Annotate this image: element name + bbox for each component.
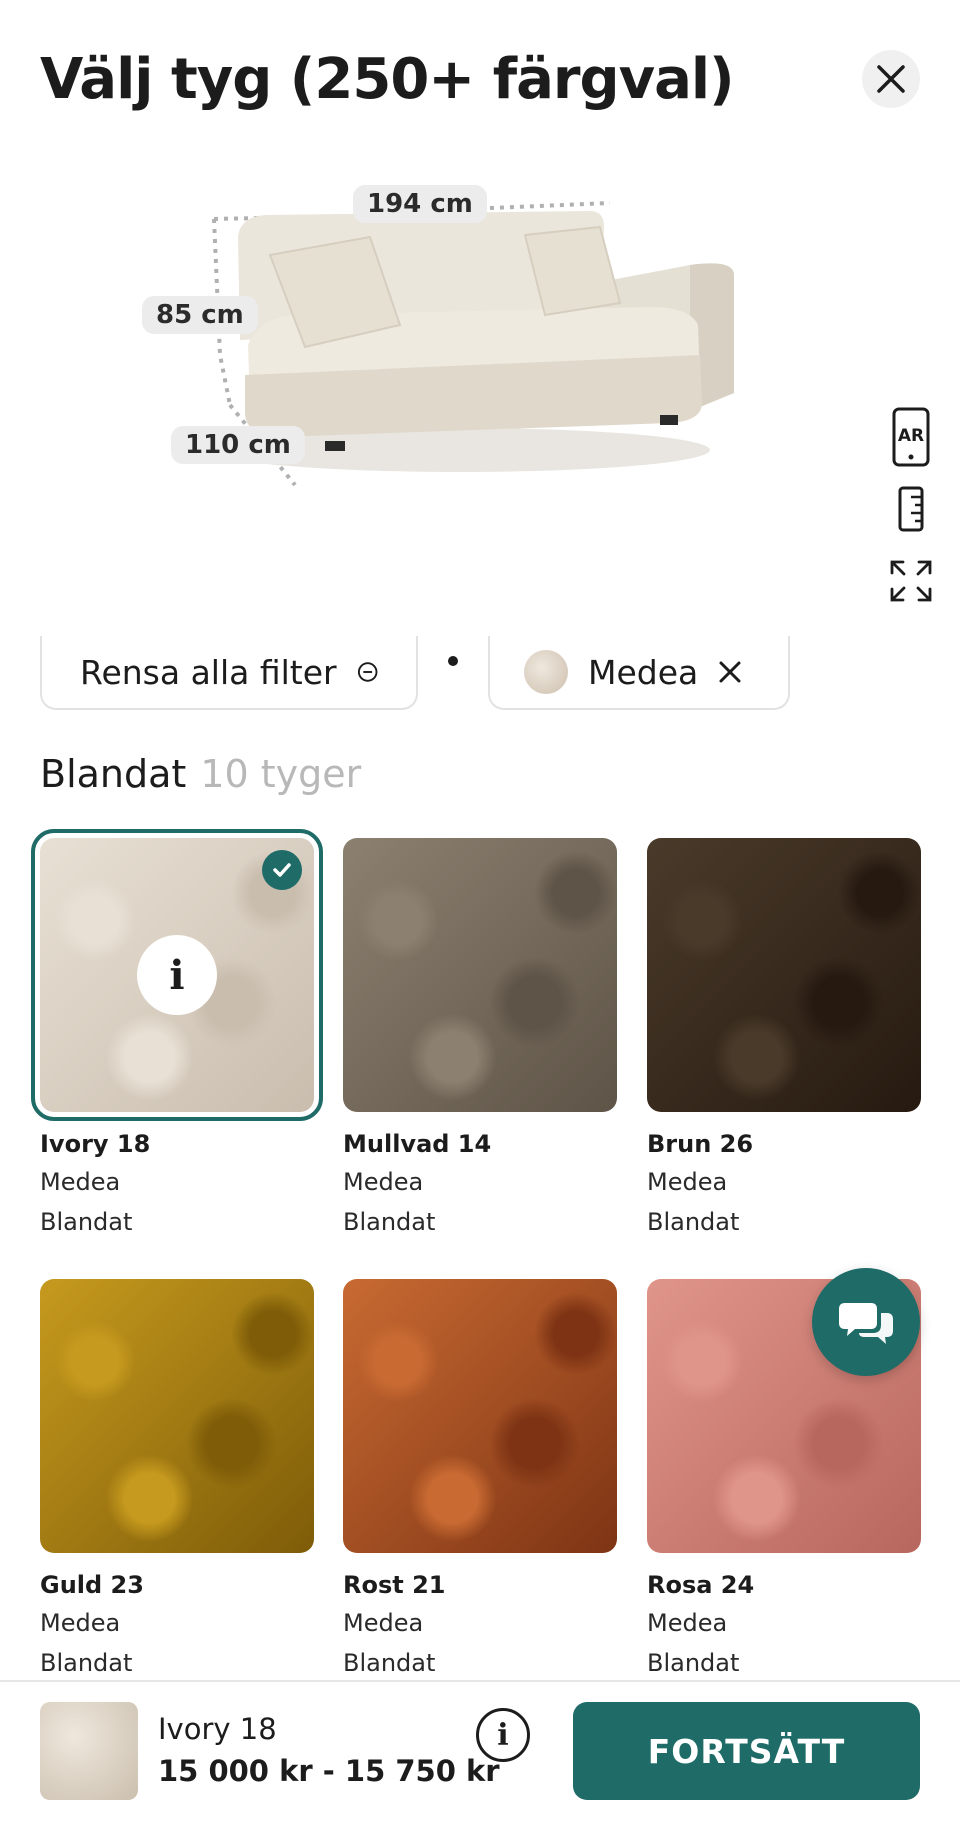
fabric-category: Blandat [647,1208,740,1236]
filter-chip-medea[interactable]: Medea [488,636,790,710]
ar-icon: AR [892,407,930,467]
fabric-card[interactable]: Rost 21 Medea Blandat [343,1279,617,1683]
section-count: 10 tyger [200,752,362,796]
fabric-collection: Medea [647,1609,728,1637]
filter-separator [448,656,458,666]
continue-button[interactable]: FORTSÄTT [573,1702,920,1800]
info-icon: i [497,1717,509,1753]
clear-filters-button[interactable]: Rensa alla filter [40,636,418,710]
remove-filter-icon[interactable] [718,660,742,684]
dimension-depth: 110 cm [171,426,305,464]
info-icon: i [169,951,185,999]
fabric-card[interactable]: Guld 23 Medea Blandat [40,1279,314,1683]
fabric-info-button[interactable]: i [137,935,217,1015]
ar-button[interactable]: AR [886,407,936,467]
product-preview: 194 cm 85 cm 110 cm [130,175,770,505]
bottom-bar: Ivory 18 15 000 kr - 15 750 kr i FORTSÄT… [0,1680,960,1839]
fabric-texture [647,838,921,1112]
fabric-category: Blandat [343,1208,436,1236]
price-range: 15 000 kr - 15 750 kr [158,1754,500,1788]
close-button[interactable] [862,50,920,108]
fabric-name: Mullvad 14 [343,1130,492,1158]
clear-filters-label: Rensa alla filter [80,652,337,692]
dimension-height: 85 cm [142,296,258,334]
fabric-swatch-dot [524,650,568,694]
fabric-collection: Medea [647,1168,728,1196]
filter-chip-label: Medea [588,652,699,692]
fabric-name: Rosa 24 [647,1571,755,1599]
fabric-card[interactable]: Mullvad 14 Medea Blandat [343,838,617,1242]
fabric-collection: Medea [40,1609,121,1637]
fabric-category: Blandat [343,1649,436,1677]
selected-check-icon [262,850,302,890]
chat-icon [839,1303,893,1344]
fullscreen-button[interactable] [886,556,936,606]
minus-circle-icon [357,662,378,682]
fabric-collection: Medea [343,1609,424,1637]
dimension-width: 194 cm [353,185,487,223]
section-heading: Blandat 10 tyger [40,752,361,796]
section-title: Blandat [40,752,187,796]
selected-fabric-name: Ivory 18 [158,1712,277,1746]
fabric-swatch[interactable] [647,838,921,1112]
fabric-card[interactable]: Brun 26 Medea Blandat [647,838,921,1242]
preview-tools: AR [886,407,936,628]
fabric-name: Ivory 18 [40,1130,151,1158]
fabric-name: Brun 26 [647,1130,754,1158]
svg-text:AR: AR [898,426,924,446]
expand-icon [890,560,932,602]
fabric-card[interactable]: i Ivory 18 Medea Blandat [31,829,323,1242]
fabric-category: Blandat [40,1649,133,1677]
fabric-texture [40,1279,314,1553]
fabric-texture [343,838,617,1112]
fabric-collection: Medea [40,1168,121,1196]
fabric-category: Blandat [40,1208,133,1236]
fabric-texture [343,1279,617,1553]
fabric-swatch[interactable] [40,1279,314,1553]
selected-fabric-thumbnail [40,1702,138,1800]
fabric-swatch[interactable]: i [31,829,323,1121]
fabric-collection: Medea [343,1168,424,1196]
measure-button[interactable] [886,484,936,534]
close-icon [877,65,905,93]
fabric-swatch[interactable] [343,1279,617,1553]
chat-button[interactable] [812,1268,920,1376]
ruler-icon [898,486,924,532]
price-info-button[interactable]: i [476,1708,530,1762]
fabric-name: Rost 21 [343,1571,446,1599]
fabric-swatch[interactable] [343,838,617,1112]
page-title: Välj tyg (250+ färgval) [40,47,735,112]
fabric-category: Blandat [647,1649,740,1677]
fabric-name: Guld 23 [40,1571,144,1599]
